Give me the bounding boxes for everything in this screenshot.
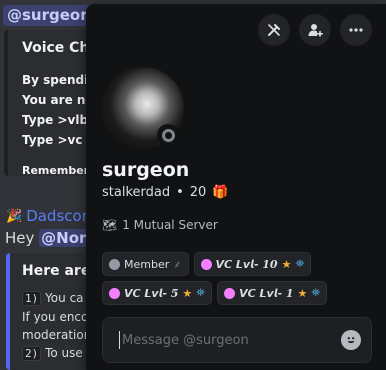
role-list: Member ⸙ 𝙑𝘾 𝙇𝙫𝙡- 10 ★ ⛯ 𝙑𝘾 𝙇𝙫𝙡- 5 ★ ⛯ 𝙑𝘾… — [102, 252, 372, 305]
more-options-icon — [349, 28, 363, 32]
profile-actions — [258, 14, 372, 46]
role-pill[interactable]: 𝙑𝘾 𝙇𝙫𝙡- 5 ★ ⛯ — [102, 281, 213, 305]
embed-line-text: You ca — [41, 291, 84, 305]
role-name: Member — [124, 257, 170, 271]
role-color-dot — [109, 287, 120, 299]
username-line: stalkerdad • 20 🎁 — [102, 185, 229, 200]
mutual-servers-link[interactable]: 🗺 1 Mutual Server — [102, 218, 218, 232]
user-mention[interactable]: @surgeon — [3, 5, 95, 26]
role-pill[interactable]: Member ⸙ — [102, 252, 189, 276]
role-badge-icon: ⛯ — [311, 286, 321, 299]
role-badge-icon: ⛯ — [196, 286, 206, 299]
role-color-dot — [200, 258, 212, 270]
star-icon: ★ — [182, 286, 193, 300]
age: 20 — [189, 185, 207, 200]
add-friend-icon — [308, 24, 323, 37]
more-options-button[interactable] — [340, 14, 372, 46]
role-color-dot — [224, 287, 236, 299]
role-pill[interactable]: 𝙑𝘾 𝙇𝙫𝙡- 1 ★ ⛯ — [217, 281, 328, 305]
message-header: 🎉 Dadscore — [6, 207, 97, 225]
message-input-box — [102, 317, 372, 363]
gift-icon: 🎁 — [212, 185, 229, 200]
emoji-button[interactable] — [341, 330, 361, 350]
add-friend-button[interactable] — [299, 14, 331, 46]
star-icon: ★ — [297, 286, 308, 300]
embed-line-text: To use — [41, 346, 83, 360]
offline-status-icon — [157, 124, 179, 146]
message-prefix: Hey — [5, 229, 40, 247]
role-suffix-icon: ⸙ — [173, 257, 182, 271]
role-badge-icon: ⛯ — [295, 257, 305, 270]
mutual-servers-label: 1 Mutual Server — [122, 218, 218, 232]
remove-friend-icon — [268, 24, 280, 36]
role-name: 𝙑𝘾 𝙇𝙫𝙡- 10 — [215, 257, 278, 271]
username: stalkerdad — [102, 185, 171, 200]
emoji-icon — [347, 337, 355, 343]
server-icon: 🗺 — [102, 218, 118, 232]
user-profile-popout: surgeon stalkerdad • 20 🎁 🗺 1 Mutual Ser… — [86, 4, 386, 370]
party-popper-icon: 🎉 — [6, 208, 23, 224]
display-name: surgeon — [102, 159, 190, 181]
inline-code: 1) — [22, 291, 42, 306]
remove-friend-button[interactable] — [258, 14, 290, 46]
role-pill[interactable]: 𝙑𝘾 𝙇𝙫𝙡- 10 ★ ⛯ — [193, 252, 312, 276]
star-icon: ★ — [281, 257, 292, 271]
role-name: 𝙑𝘾 𝙇𝙫𝙡- 1 — [239, 286, 294, 300]
direct-message-input[interactable] — [119, 331, 341, 349]
role-color-dot — [109, 258, 120, 270]
separator: • — [176, 185, 184, 200]
role-name: 𝙑𝘾 𝙇𝙫𝙡- 5 — [124, 286, 179, 300]
inline-code: 2) — [22, 346, 42, 361]
